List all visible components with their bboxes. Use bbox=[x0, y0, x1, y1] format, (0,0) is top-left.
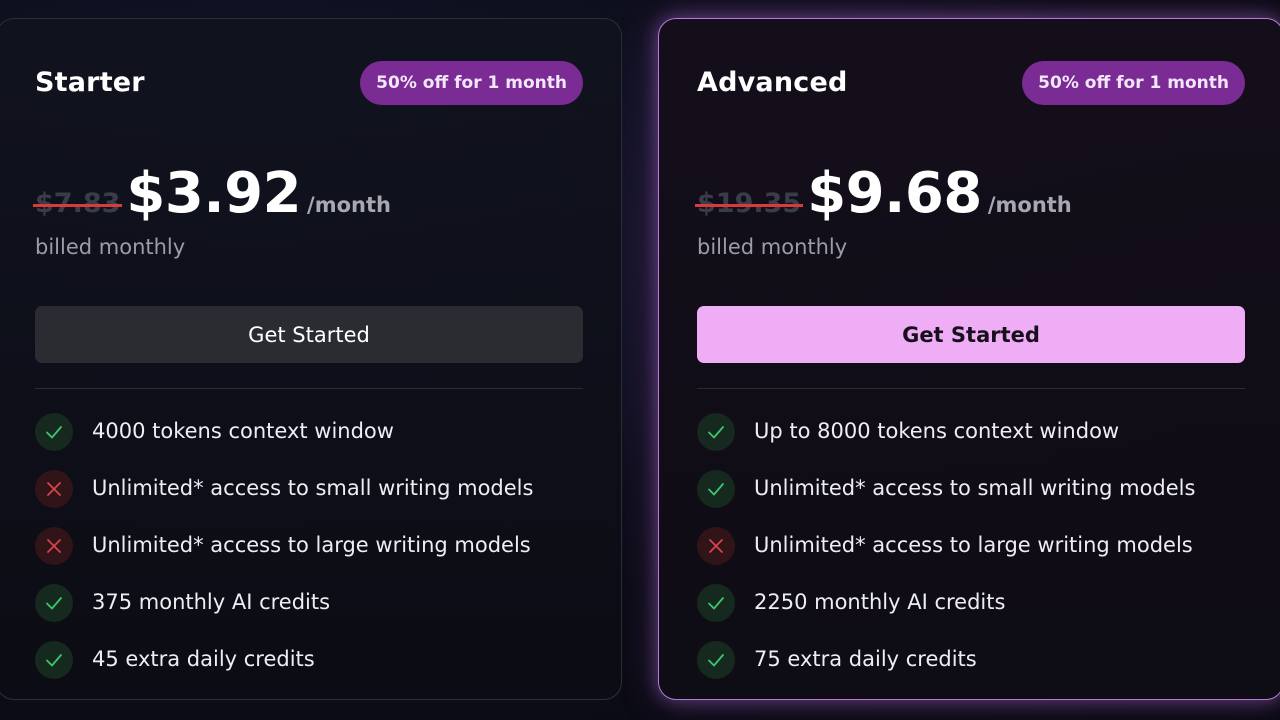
billing-note: billed monthly bbox=[35, 235, 186, 259]
x-icon bbox=[35, 470, 73, 508]
feature-text: 45 extra daily credits bbox=[92, 647, 315, 671]
feature-text: 75 extra daily credits bbox=[754, 647, 977, 671]
feature-item: Unlimited* access to large writing model… bbox=[697, 527, 1263, 584]
discounted-price: $3.92 bbox=[126, 161, 302, 226]
original-price: $19.35 bbox=[694, 188, 804, 219]
feature-text: Unlimited* access to small writing model… bbox=[92, 476, 534, 500]
check-icon bbox=[35, 641, 73, 679]
plan-name: Advanced bbox=[697, 67, 848, 98]
feature-text: Unlimited* access to small writing model… bbox=[754, 476, 1196, 500]
check-icon bbox=[697, 641, 735, 679]
feature-item: Up to 8000 tokens context window bbox=[697, 413, 1263, 470]
x-icon bbox=[697, 527, 735, 565]
promo-badge: 50% off for 1 month bbox=[360, 61, 583, 105]
pricing-card-advanced: Advanced 50% off for 1 month $19.35 $9.68… bbox=[658, 18, 1280, 700]
get-started-button[interactable]: Get Started bbox=[35, 306, 583, 363]
card-header: Advanced 50% off for 1 month bbox=[697, 61, 1245, 105]
feature-item: 375 monthly AI credits bbox=[35, 584, 601, 641]
feature-item: 45 extra daily credits bbox=[35, 641, 601, 698]
promo-badge: 50% off for 1 month bbox=[1022, 61, 1245, 105]
price-period: /month bbox=[307, 193, 391, 217]
feature-text: Unlimited* access to large writing model… bbox=[754, 533, 1193, 557]
get-started-button[interactable]: Get Started bbox=[697, 306, 1245, 363]
feature-item: Unlimited* access to large writing model… bbox=[35, 527, 601, 584]
price-row: $7.83 $3.92/month bbox=[32, 161, 391, 231]
price-period: /month bbox=[987, 193, 1072, 217]
feature-text: 4000 tokens context window bbox=[92, 419, 394, 443]
pricing-card-starter: Starter 50% off for 1 month $7.83 $3.92/m… bbox=[0, 18, 622, 700]
feature-item: 75 extra daily credits bbox=[697, 641, 1263, 698]
price-row: $19.35 $9.68/month bbox=[694, 161, 1072, 231]
feature-item: 2250 monthly AI credits bbox=[697, 584, 1263, 641]
feature-item: Unlimited* access to small writing model… bbox=[35, 470, 601, 527]
card-header: Starter 50% off for 1 month bbox=[35, 61, 583, 105]
feature-text: 375 monthly AI credits bbox=[92, 590, 331, 614]
divider bbox=[35, 388, 583, 389]
original-price: $7.83 bbox=[32, 188, 123, 219]
plan-name: Starter bbox=[35, 67, 145, 98]
check-icon bbox=[35, 584, 73, 622]
feature-item: Unlimited* access to small writing model… bbox=[697, 470, 1263, 527]
x-icon bbox=[35, 527, 73, 565]
feature-item: 4000 tokens context window bbox=[35, 413, 601, 470]
billing-note: billed monthly bbox=[697, 235, 848, 259]
feature-list: 4000 tokens context window Unlimited* ac… bbox=[35, 413, 601, 698]
check-icon bbox=[697, 584, 735, 622]
check-icon bbox=[697, 413, 735, 451]
check-icon bbox=[697, 470, 735, 508]
feature-list: Up to 8000 tokens context window Unlimit… bbox=[697, 413, 1263, 698]
check-icon bbox=[35, 413, 73, 451]
feature-text: Unlimited* access to large writing model… bbox=[92, 533, 531, 557]
feature-text: 2250 monthly AI credits bbox=[754, 590, 1006, 614]
feature-text: Up to 8000 tokens context window bbox=[754, 419, 1120, 443]
discounted-price: $9.68 bbox=[807, 161, 982, 226]
divider bbox=[697, 388, 1245, 389]
